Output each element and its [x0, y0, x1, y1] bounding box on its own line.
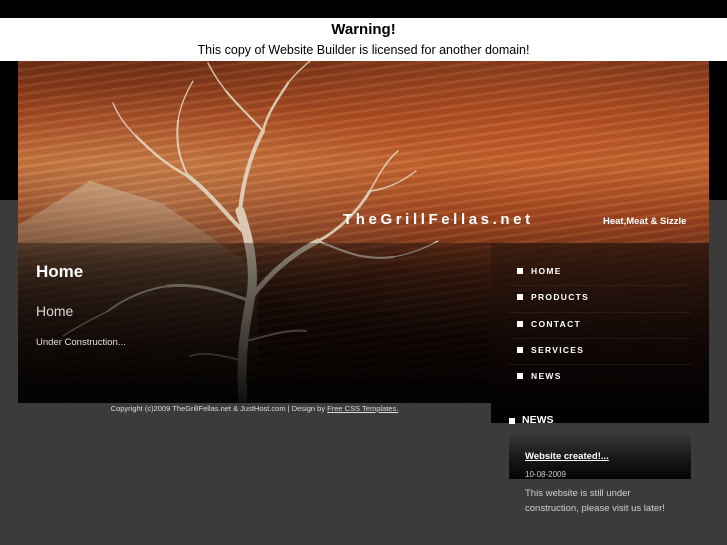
footer-copyright: Copyright (c)2009 TheGrillFellas.net & J… — [110, 404, 326, 413]
nav-item-contact[interactable]: CONTACT — [509, 313, 691, 339]
nav-item-news[interactable]: NEWS — [509, 365, 691, 391]
footer-design-link[interactable]: Free CSS Templates. — [327, 404, 398, 413]
sidebar-nav-panel: HOME PRODUCTS CONTACT SERVICES NEWS — [491, 243, 709, 423]
page-body-text: Under Construction... — [36, 337, 126, 348]
square-bullet-icon — [517, 320, 523, 327]
warning-title: Warning! — [331, 21, 396, 38]
site-tagline: Heat,Meat & Sizzle — [603, 216, 687, 227]
square-bullet-icon — [509, 418, 515, 424]
square-bullet-icon — [517, 346, 523, 353]
nav-label-home[interactable]: HOME — [531, 266, 562, 276]
nav-label-news[interactable]: NEWS — [531, 371, 562, 381]
page-subtitle: Home — [36, 303, 74, 319]
site-brand: TheGrillFellas.net — [343, 211, 534, 228]
news-item-link[interactable]: Website created!... — [525, 451, 609, 462]
nav-label-services[interactable]: SERVICES — [531, 345, 584, 355]
nav-item-products[interactable]: PRODUCTS — [509, 286, 691, 313]
square-bullet-icon — [517, 268, 523, 274]
news-heading: NEWS — [522, 414, 554, 426]
main-nav: HOME PRODUCTS CONTACT SERVICES NEWS — [509, 260, 691, 391]
nav-label-products[interactable]: PRODUCTS — [531, 292, 589, 302]
warning-banner: Warning! This copy of Website Builder is… — [0, 18, 727, 61]
square-bullet-icon — [517, 294, 523, 301]
nav-label-contact[interactable]: CONTACT — [531, 319, 581, 329]
news-item-date: 10-08-2009 — [525, 470, 566, 479]
warning-message: This copy of Website Builder is licensed… — [197, 43, 530, 57]
page: Warning! This copy of Website Builder is… — [0, 0, 727, 545]
nav-item-home[interactable]: HOME — [509, 260, 691, 287]
nav-item-services[interactable]: SERVICES — [509, 339, 691, 366]
page-title: Home — [36, 262, 84, 281]
content-panel — [18, 243, 491, 403]
square-bullet-icon — [517, 373, 523, 380]
news-item-body: This website is still under construction… — [525, 488, 665, 514]
footer: Copyright (c)2009 TheGrillFellas.net & J… — [18, 404, 491, 413]
